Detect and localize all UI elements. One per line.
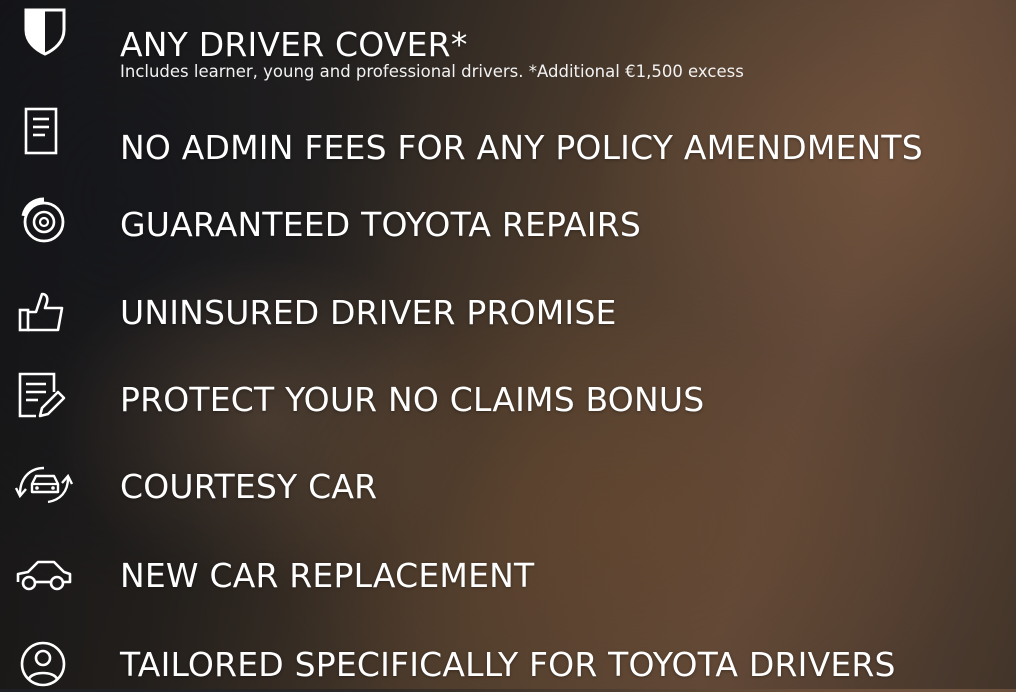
feature-label: COURTESY CAR — [120, 467, 378, 506]
feature-label: PROTECT YOUR NO CLAIMS BONUS — [120, 380, 705, 419]
thumbs-up-icon — [14, 288, 72, 336]
document-edit-icon — [14, 372, 72, 420]
feature-label: GUARANTEED TOYOTA REPAIRS — [120, 205, 641, 244]
shield-icon — [14, 8, 72, 56]
feature-label: NEW CAR REPLACEMENT — [120, 556, 535, 595]
brake-disc-icon — [14, 196, 72, 244]
feature-label: ANY DRIVER COVER* — [120, 25, 468, 64]
feature-label: NO ADMIN FEES FOR ANY POLICY AMENDMENTS — [120, 128, 923, 167]
feature-label: TAILORED SPECIFICALLY FOR TOYOTA DRIVERS — [120, 645, 896, 684]
car-swap-icon — [14, 458, 74, 506]
feature-subtext: Includes learner, young and professional… — [120, 62, 744, 81]
document-icon — [14, 107, 72, 156]
user-circle-icon — [14, 640, 72, 688]
car-side-icon — [14, 552, 72, 600]
feature-label: UNINSURED DRIVER PROMISE — [120, 293, 617, 332]
